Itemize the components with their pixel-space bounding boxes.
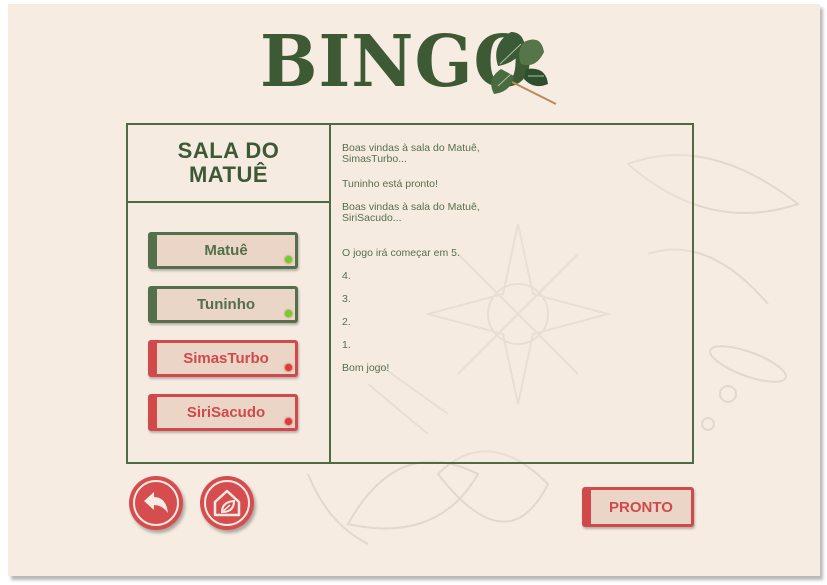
player-card[interactable]: SiriSacudo (148, 394, 298, 431)
mint-leaves-icon (491, 32, 557, 105)
chat-message: Tuninho está pronto! (342, 178, 438, 190)
players-column: SALA DO MATUÊ Matuê Tuninho SimasTurbo S… (128, 125, 331, 462)
chat-message: 1. (342, 339, 351, 351)
ready-button[interactable]: PRONTO (582, 487, 694, 527)
ready-status-dot (285, 256, 292, 263)
room-title: SALA DO MATUÊ (128, 125, 329, 203)
not-ready-status-dot (285, 418, 292, 425)
player-card[interactable]: Tuninho (148, 286, 298, 323)
chat-message: 3. (342, 293, 351, 305)
chat-message: Boas vindas à sala do Matuê, SiriSacudo.… (342, 201, 480, 224)
player-name: Matuê (204, 242, 248, 259)
room-panel: SALA DO MATUÊ Matuê Tuninho SimasTurbo S… (126, 123, 694, 464)
player-name: Tuninho (196, 296, 256, 313)
player-name: SimasTurbo (183, 350, 269, 367)
game-screen: BINGO SALA DO MATUÊ Matuê Tuninho SimasT… (8, 4, 820, 576)
home-leaf-icon (213, 489, 241, 517)
not-ready-status-dot (285, 364, 292, 371)
chat-message: 2. (342, 316, 351, 328)
chat-message: Boas vindas à sala do Matuê, SimasTurbo.… (342, 142, 480, 165)
player-card[interactable]: SimasTurbo (148, 340, 298, 377)
home-button[interactable] (200, 476, 254, 530)
player-name: SiriSacudo (186, 404, 266, 421)
player-card[interactable]: Matuê (148, 232, 298, 269)
back-button[interactable] (129, 476, 183, 530)
ready-status-dot (285, 310, 292, 317)
chat-message: 4. (342, 270, 351, 282)
chat-message: O jogo irá começar em 5. (342, 247, 460, 259)
chat-message: Bom jogo! (342, 362, 390, 374)
back-arrow-icon (144, 492, 168, 513)
